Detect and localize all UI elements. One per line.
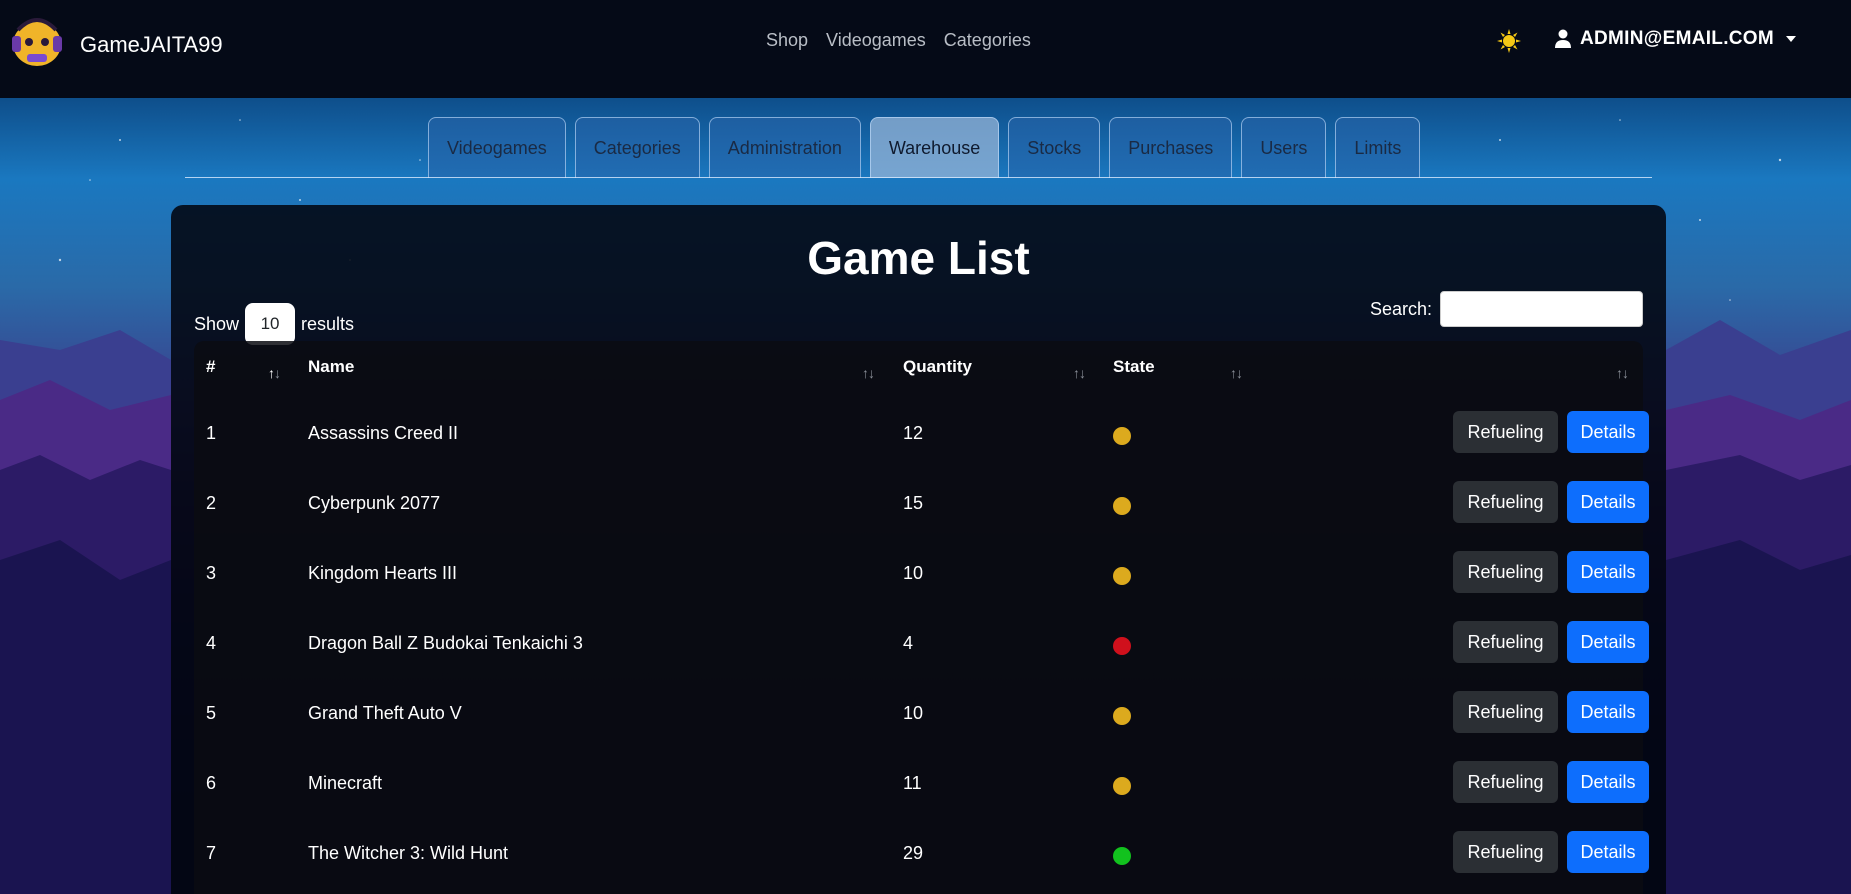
table-header: # ↑↓ Name ↑↓ Quantity ↑↓ State ↑↓ ↑↓ — [194, 341, 1643, 401]
sun-icon[interactable] — [1496, 28, 1522, 54]
row-number: 3 — [206, 563, 217, 583]
page-length-control: Show 10 results — [194, 303, 354, 345]
state-indicator-icon — [1113, 707, 1131, 725]
refueling-button[interactable]: Refueling — [1453, 411, 1558, 453]
sort-icon[interactable]: ↑↓ — [268, 365, 281, 381]
nav-link-categories[interactable]: Categories — [944, 30, 1031, 51]
details-button[interactable]: Details — [1567, 761, 1649, 803]
game-quantity: 11 — [903, 773, 922, 793]
tab-categories[interactable]: Categories — [574, 117, 700, 178]
brand-logo-icon — [12, 18, 62, 66]
column-header-number[interactable]: # — [206, 357, 215, 377]
sort-icon[interactable]: ↑↓ — [1616, 365, 1629, 381]
refueling-button[interactable]: Refueling — [1453, 831, 1558, 873]
search-label: Search: — [1369, 298, 1432, 319]
sort-icon[interactable]: ↑↓ — [1230, 365, 1243, 381]
column-header-name[interactable]: Name — [308, 357, 354, 377]
game-name: Assassins Creed II — [308, 423, 459, 443]
user-menu-dropdown[interactable]: ADMIN@EMAIL.COM — [1554, 28, 1797, 50]
game-name: Minecraft — [308, 773, 383, 793]
column-header-quantity[interactable]: Quantity — [903, 357, 972, 377]
details-button[interactable]: Details — [1567, 691, 1649, 733]
state-indicator-icon — [1113, 777, 1131, 795]
game-list-card: Game List Show 10 results Search: # ↑↓ N… — [171, 205, 1666, 894]
game-name: Grand Theft Auto V — [308, 703, 462, 723]
table-row: 4 Dragon Ball Z Budokai Tenkaichi 3 4 Refue… — [194, 611, 1649, 681]
details-button[interactable]: Details — [1567, 411, 1649, 453]
nav-link-shop[interactable]: Shop — [766, 30, 808, 51]
table-row: 5 Grand Theft Auto V 10 Refueling Details — [194, 681, 1649, 751]
page-title: Game List — [807, 232, 1030, 284]
state-indicator-icon — [1113, 497, 1131, 515]
game-quantity: 12 — [903, 423, 924, 443]
column-header-state[interactable]: State — [1113, 357, 1155, 377]
tab-warehouse[interactable]: Warehouse — [869, 117, 1000, 178]
tab-limits[interactable]: Limits — [1335, 117, 1421, 178]
tab-videogames[interactable]: Videogames — [428, 117, 566, 178]
page-length-select[interactable]: 10 — [245, 303, 296, 345]
details-button[interactable]: Details — [1567, 621, 1649, 663]
game-name: The Witcher 3: Wild Hunt — [308, 843, 509, 863]
game-quantity: 29 — [903, 843, 924, 863]
state-indicator-icon — [1113, 637, 1131, 655]
tabs-divider — [185, 177, 1652, 178]
state-indicator-icon — [1113, 567, 1131, 585]
refueling-button[interactable]: Refueling — [1453, 761, 1558, 803]
row-number: 1 — [206, 423, 217, 443]
game-quantity: 10 — [903, 563, 924, 583]
chevron-down-icon — [1786, 36, 1797, 42]
table-row: 7 The Witcher 3: Wild Hunt 29 Refueling Deta… — [194, 821, 1649, 891]
game-quantity: 4 — [903, 633, 914, 653]
brand[interactable]: GameJAITA99 — [8, 8, 223, 70]
refueling-button[interactable]: Refueling — [1453, 691, 1558, 733]
nav-link-videogames[interactable]: Videogames — [826, 30, 926, 51]
table-row: 3 Kingdom Hearts III 10 Refueling Details — [194, 541, 1649, 611]
row-number: 4 — [206, 633, 217, 653]
details-button[interactable]: Details — [1567, 831, 1649, 873]
state-indicator-icon — [1113, 847, 1131, 865]
table-row: 6 Minecraft 11 Refueling Details — [194, 751, 1649, 821]
game-name: Cyberpunk 2077 — [308, 493, 441, 513]
search-control: Search: — [1370, 291, 1643, 327]
table-row: 1 Assassins Creed II 12 Refueling Details — [194, 401, 1649, 471]
show-suffix: results — [301, 313, 355, 334]
row-number: 7 — [206, 843, 217, 863]
top-navbar: GameJAITA99 Shop Videogames Categories A… — [0, 0, 1851, 98]
tab-administration[interactable]: Administration — [708, 117, 861, 178]
admin-tabs: Videogames Categories Administration War… — [428, 117, 1421, 178]
main-nav: Shop Videogames Categories — [766, 30, 1031, 51]
sort-icon[interactable]: ↑↓ — [1073, 365, 1086, 381]
refueling-button[interactable]: Refueling — [1453, 481, 1558, 523]
user-email: ADMIN@EMAIL.COM — [1580, 28, 1775, 49]
game-quantity: 10 — [903, 703, 924, 723]
row-number: 2 — [206, 493, 217, 513]
tab-stocks[interactable]: Stocks — [1008, 117, 1101, 178]
game-table: # ↑↓ Name ↑↓ Quantity ↑↓ State ↑↓ ↑↓ 1 As… — [194, 341, 1649, 894]
tab-purchases[interactable]: Purchases — [1109, 117, 1233, 178]
refueling-button[interactable]: Refueling — [1453, 551, 1558, 593]
search-input[interactable] — [1440, 291, 1643, 327]
row-number: 5 — [206, 703, 217, 723]
sort-icon[interactable]: ↑↓ — [862, 365, 875, 381]
details-button[interactable]: Details — [1567, 551, 1649, 593]
row-number: 6 — [206, 773, 217, 793]
tab-users[interactable]: Users — [1241, 117, 1327, 178]
game-quantity: 15 — [903, 493, 924, 513]
game-name: Dragon Ball Z Budokai Tenkaichi 3 — [308, 633, 583, 653]
table-row: 2 Cyberpunk 2077 15 Refueling Details — [194, 471, 1649, 541]
game-name: Kingdom Hearts III — [308, 563, 458, 583]
state-indicator-icon — [1113, 427, 1131, 445]
details-button[interactable]: Details — [1567, 481, 1649, 523]
show-prefix: Show — [194, 313, 240, 334]
refueling-button[interactable]: Refueling — [1453, 621, 1558, 663]
brand-name: GameJAITA99 — [80, 32, 223, 57]
user-icon — [1555, 29, 1571, 48]
